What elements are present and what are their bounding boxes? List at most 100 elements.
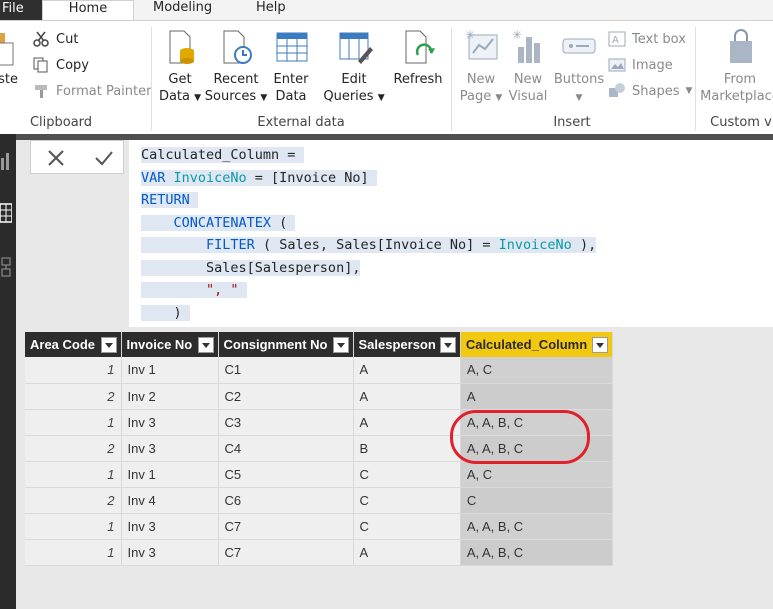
table-cell[interactable]: Inv 1 (121, 461, 219, 488)
commit-formula-button[interactable] (89, 145, 119, 171)
column-header-invoice-no[interactable]: Invoice No (121, 332, 219, 357)
tab-modeling[interactable]: Modeling (153, 0, 212, 20)
table-cell[interactable]: C (353, 461, 461, 488)
table-cell[interactable]: 1 (25, 539, 122, 566)
table-cell[interactable]: A (353, 539, 461, 566)
table-cell[interactable]: Inv 3 (121, 435, 219, 462)
image-button[interactable]: Image (608, 55, 673, 75)
code-token: ", " (206, 282, 239, 298)
table-cell[interactable]: Inv 2 (121, 383, 219, 410)
filter-dropdown-icon[interactable] (439, 336, 456, 353)
dax-formula-editor[interactable]: Calculated_Column = VAR InvoiceNo = [Inv… (129, 140, 773, 327)
column-header-consignment-no[interactable]: Consignment No (218, 332, 354, 357)
refresh-button[interactable]: Refresh (385, 27, 451, 111)
from-marketplace-label-1: From (723, 72, 757, 87)
cancel-formula-button[interactable] (41, 145, 71, 171)
column-header-label: Invoice No (126, 337, 193, 352)
filter-dropdown-icon[interactable] (100, 336, 117, 353)
new-page-icon: ✳ (465, 28, 498, 60)
table-cell[interactable]: Inv 3 (121, 513, 219, 540)
table-cell[interactable]: Inv 3 (121, 539, 219, 566)
table-cell[interactable]: A (353, 383, 461, 410)
table-cell[interactable]: 2 (25, 435, 122, 462)
table-cell[interactable]: B (353, 435, 461, 462)
menu-bar: File Home Modeling Help (0, 0, 773, 20)
table-cell[interactable]: Inv 1 (121, 357, 219, 384)
ribbon: aste Cut Copy Format Painter Clipboard G… (0, 20, 773, 134)
table-cell[interactable]: A, A, B, C (460, 513, 613, 540)
table-cell[interactable]: C (353, 487, 461, 514)
copy-label: Copy (56, 57, 89, 73)
code-line: RETURN (141, 189, 773, 212)
report-view-icon[interactable] (0, 150, 12, 172)
edit-queries-button[interactable]: Edit Queries ▼ (321, 27, 387, 111)
refresh-icon (405, 30, 435, 64)
code-line: ) (141, 302, 773, 325)
table-cell[interactable]: A (460, 383, 613, 410)
shapes-button[interactable]: Shapes ▼ (608, 81, 692, 101)
from-marketplace-button[interactable]: From Marketplace (700, 27, 773, 111)
chevron-down-icon: ▼ (575, 93, 583, 103)
tab-help[interactable]: Help (256, 0, 286, 20)
filter-dropdown-icon[interactable] (591, 336, 608, 353)
from-marketplace-label-2: Marketplace (700, 89, 773, 104)
image-icon (608, 56, 626, 74)
format-painter-button[interactable]: Format Painter (32, 81, 151, 101)
table-cell[interactable]: C (353, 513, 461, 540)
table-cell[interactable]: C (460, 487, 613, 514)
table-cell[interactable]: A, C (460, 357, 613, 384)
text-box-button[interactable]: A Text box (608, 29, 686, 49)
code-token: VAR (141, 169, 174, 186)
close-icon (48, 150, 64, 166)
filter-dropdown-icon[interactable] (332, 336, 349, 353)
model-view-icon[interactable] (0, 256, 12, 278)
column-header-area-code[interactable]: Area Code (25, 332, 122, 357)
cut-button[interactable]: Cut (32, 29, 78, 49)
paste-label: aste (0, 72, 18, 87)
column-header-calculated-column[interactable]: Calculated_Column (460, 332, 613, 357)
new-visual-label-2: Visual (508, 89, 548, 104)
table-cell[interactable]: C6 (218, 487, 354, 514)
table-cell[interactable]: Inv 4 (121, 487, 219, 514)
code-line: Calculated_Column = (141, 144, 773, 167)
filter-dropdown-icon[interactable] (197, 336, 214, 353)
enter-data-button[interactable]: Enter Data (259, 27, 323, 111)
column-header-salesperson[interactable]: Salesperson (353, 332, 461, 357)
code-token: ( (271, 214, 296, 231)
code-token: ) (141, 304, 190, 321)
table-cell[interactable]: 1 (25, 409, 122, 436)
table-cell[interactable]: C2 (218, 383, 354, 410)
paste-button[interactable]: aste (0, 27, 20, 111)
tab-file[interactable]: File (0, 0, 42, 20)
formula-actions (30, 140, 124, 174)
table-cell[interactable]: Inv 3 (121, 409, 219, 436)
table-cell[interactable]: 1 (25, 357, 122, 384)
table-cell[interactable]: C1 (218, 357, 354, 384)
table-cell[interactable]: C3 (218, 409, 354, 436)
shapes-icon (608, 82, 626, 100)
table-cell[interactable]: C7 (218, 513, 354, 540)
table-cell[interactable]: A (353, 357, 461, 384)
button-shape-icon (562, 38, 596, 54)
table-cell[interactable]: A, C (460, 461, 613, 488)
table-cell[interactable]: C4 (218, 435, 354, 462)
table-cell[interactable]: 2 (25, 383, 122, 410)
table-cell[interactable]: 2 (25, 487, 122, 514)
new-visual-button[interactable]: ✳ New Visual (498, 27, 558, 111)
table-cell[interactable]: A (353, 409, 461, 436)
table-cell[interactable]: A, A, B, C (460, 539, 613, 566)
code-line: FILTER ( Sales, Sales[Invoice No] = Invo… (141, 234, 773, 257)
table-row: 1 Inv 3 C7 A A, A, B, C (25, 539, 613, 566)
code-token: Calculated_Column = (141, 147, 304, 163)
table-cell[interactable]: C7 (218, 539, 354, 566)
table-cell[interactable]: 1 (25, 513, 122, 540)
paste-icon (0, 33, 14, 66)
highlight-annotation-circle (450, 410, 590, 464)
data-view-icon[interactable] (0, 202, 12, 224)
copy-button[interactable]: Copy (32, 55, 89, 75)
table-cell[interactable]: 1 (25, 461, 122, 488)
buttons-button[interactable]: Buttons ▼ (550, 27, 608, 111)
table-cell[interactable]: C5 (218, 461, 354, 488)
tab-home[interactable]: Home (42, 0, 134, 20)
